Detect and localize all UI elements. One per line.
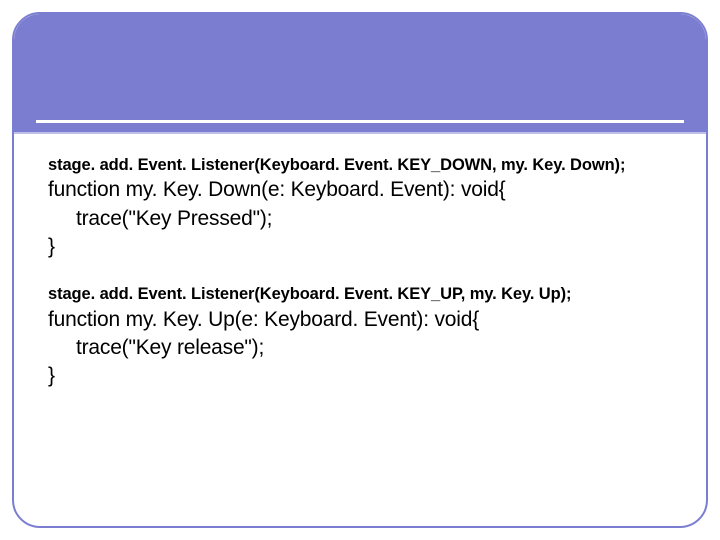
code-line-fn-keyup-open: function my. Key. Up(e: Keyboard. Event)… — [48, 306, 672, 334]
code-line-trace-pressed: trace("Key Pressed"); — [48, 205, 672, 233]
code-line-trace-release: trace("Key release"); — [48, 334, 672, 362]
code-line-fn-keyup-close: } — [48, 362, 672, 390]
code-line-fn-keydown-open: function my. Key. Down(e: Keyboard. Even… — [48, 176, 672, 204]
spacer — [48, 261, 672, 283]
header-underline — [36, 120, 684, 123]
code-line-listener-keydown: stage. add. Event. Listener(Keyboard. Ev… — [48, 154, 672, 176]
code-line-listener-keyup: stage. add. Event. Listener(Keyboard. Ev… — [48, 283, 672, 305]
slide-frame: stage. add. Event. Listener(Keyboard. Ev… — [12, 12, 708, 528]
header-band — [14, 14, 706, 132]
code-line-fn-keydown-close: } — [48, 233, 672, 261]
header-divider — [14, 132, 706, 134]
code-content: stage. add. Event. Listener(Keyboard. Ev… — [48, 154, 672, 391]
